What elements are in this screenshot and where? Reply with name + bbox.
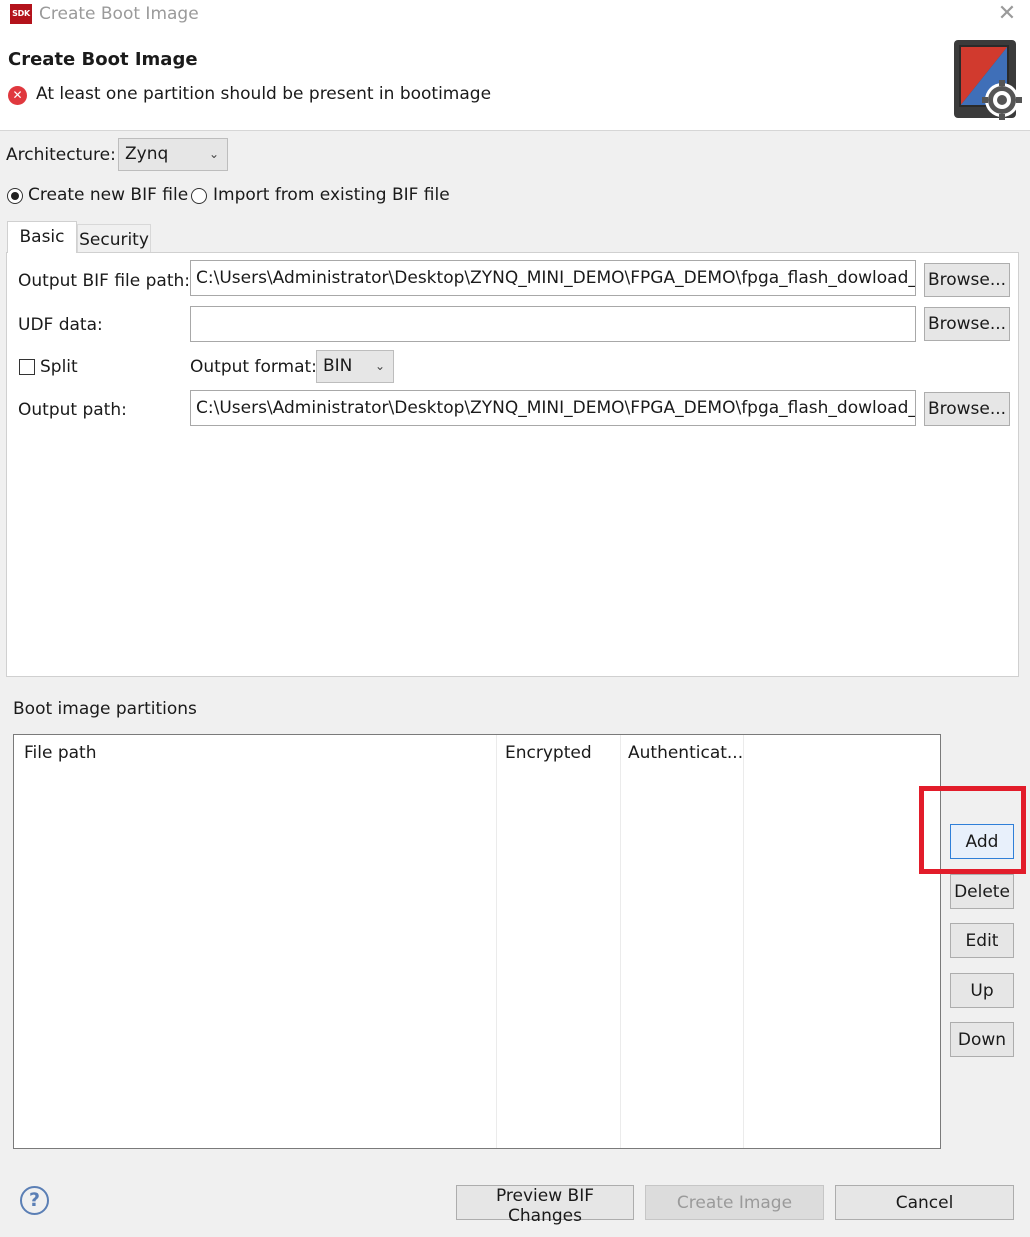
edit-partition-button[interactable]: Edit [950, 923, 1014, 958]
output-format-label: Output format: [190, 357, 317, 377]
chevron-down-icon: ⌄ [208, 147, 219, 161]
output-path-label: Output path: [18, 400, 127, 420]
partitions-table[interactable]: File path Encrypted Authenticat... [13, 734, 941, 1149]
architecture-selected-value: Zynq [125, 144, 169, 164]
tab-security[interactable]: Security [77, 224, 151, 253]
browse-udf-button[interactable]: Browse... [924, 307, 1010, 341]
preview-bif-changes-button[interactable]: Preview BIF Changes [456, 1185, 634, 1226]
browse-output-bif-button[interactable]: Browse... [924, 263, 1010, 297]
create-new-bif-radio[interactable] [7, 188, 23, 204]
cancel-button[interactable]: Cancel [835, 1185, 1014, 1220]
tab-basic[interactable]: Basic [7, 221, 77, 253]
delete-partition-button[interactable]: Delete [950, 874, 1014, 909]
split-checkbox[interactable] [19, 359, 35, 375]
output-path-input[interactable]: C:\Users\Administrator\Desktop\ZYNQ_MINI… [190, 390, 916, 426]
column-header-encrypted[interactable]: Encrypted [505, 743, 592, 763]
output-bif-label: Output BIF file path: [18, 271, 190, 291]
architecture-label: Architecture: [6, 145, 116, 165]
page-title: Create Boot Image [8, 49, 198, 70]
error-message: At least one partition should be present… [36, 84, 492, 104]
column-divider [743, 735, 744, 1148]
import-bif-label[interactable]: Import from existing BIF file [213, 185, 450, 205]
window-title: Create Boot Image [39, 4, 199, 24]
header-divider [0, 130, 1030, 131]
output-format-value: BIN [323, 356, 353, 376]
column-header-file-path[interactable]: File path [24, 743, 97, 763]
help-icon[interactable]: ? [20, 1186, 49, 1215]
create-new-bif-label[interactable]: Create new BIF file [28, 185, 188, 205]
partitions-section-title: Boot image partitions [13, 699, 197, 719]
udf-data-label: UDF data: [18, 315, 103, 335]
chevron-down-icon: ⌄ [374, 359, 385, 373]
output-bif-path-input[interactable]: C:\Users\Administrator\Desktop\ZYNQ_MINI… [190, 260, 916, 296]
create-image-button: Create Image [645, 1185, 824, 1220]
import-bif-radio[interactable] [191, 188, 207, 204]
move-down-button[interactable]: Down [950, 1022, 1014, 1057]
title-bar: SDK Create Boot Image ✕ [0, 0, 1030, 30]
column-header-authenticated[interactable]: Authenticat... [628, 743, 743, 763]
sdk-logo-icon: SDK [10, 4, 32, 24]
move-up-button[interactable]: Up [950, 973, 1014, 1008]
column-divider [496, 735, 497, 1148]
dialog-header: Create Boot Image ✕ At least one partiti… [0, 30, 1030, 130]
column-divider [620, 735, 621, 1148]
output-format-select[interactable]: BIN ⌄ [316, 350, 394, 383]
boot-image-gear-icon [954, 40, 1022, 120]
split-label[interactable]: Split [40, 357, 78, 377]
error-icon: ✕ [8, 86, 27, 105]
architecture-select[interactable]: Zynq ⌄ [118, 138, 228, 171]
add-button-highlight [919, 786, 1026, 874]
udf-data-input[interactable] [190, 306, 916, 342]
close-icon[interactable]: ✕ [994, 2, 1020, 28]
browse-output-path-button[interactable]: Browse... [924, 392, 1010, 426]
